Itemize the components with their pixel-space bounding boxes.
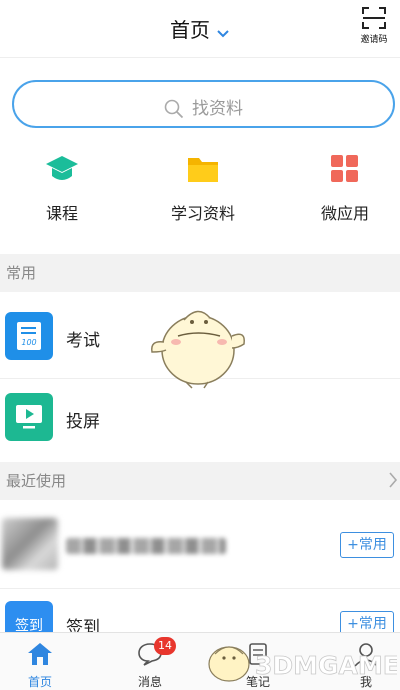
exam-icon: 100 [5,312,53,360]
folder-icon [138,150,268,188]
list-item-label: 投屏 [66,412,100,432]
watermark-logo: 3DMGAME [205,638,400,690]
check-in-icon: 签到 [5,601,53,633]
list-item-check-in[interactable]: 签到 签到 +常用 [0,589,400,633]
list-item-label [66,538,226,554]
search-placeholder: 找资料 [192,99,243,119]
screen-cast-icon [5,393,53,441]
quick-item-study-materials[interactable]: 学习资料 [138,150,268,224]
graduation-cap-icon [0,150,127,188]
mascot-sticker [148,300,248,394]
search-icon [164,99,184,119]
invite-code-button[interactable]: 邀请码 [352,6,396,52]
section-header-recent: 最近使用 [0,462,400,500]
quick-item-label: 学习资料 [170,204,235,223]
search-bar[interactable]: 找资料 [12,80,395,128]
quick-menu: 课程 学习资料 微应用 [0,150,400,240]
chevron-down-icon [216,20,230,44]
tab-home[interactable]: 首页 [0,641,80,690]
invite-code-label: 邀请码 [360,35,388,45]
quick-item-label: 课程 [45,204,78,223]
page-title: 首页 [170,18,210,42]
unread-badge: 14 [154,637,176,655]
top-bar: 首页 邀请码 [0,0,400,58]
app-thumbnail [2,518,58,570]
tab-label: 消息 [137,675,162,689]
add-to-common-button[interactable]: +常用 [340,532,394,558]
tab-label: 首页 [27,675,52,689]
chevron-right-icon [388,471,398,493]
watermark-text: 3DMGAME [255,651,397,680]
exam-score-text: 100 [21,338,36,347]
quick-item-course[interactable]: 课程 [0,150,127,224]
tab-messages[interactable]: 14 消息 [110,637,190,690]
quick-item-micro-apps[interactable]: 微应用 [280,150,400,224]
grid-icon [280,150,400,188]
quick-item-label: 微应用 [320,204,369,223]
scan-frame-icon [362,7,386,29]
list-item-label: 签到 [66,618,100,633]
page-title-dropdown[interactable]: 首页 [0,14,400,44]
list-item-recent-app[interactable]: +常用 [0,500,400,588]
add-to-common-button[interactable]: +常用 [340,611,394,633]
list-item-label: 考试 [66,331,100,351]
section-header-common: 常用 [0,254,400,292]
home-icon [28,643,52,665]
